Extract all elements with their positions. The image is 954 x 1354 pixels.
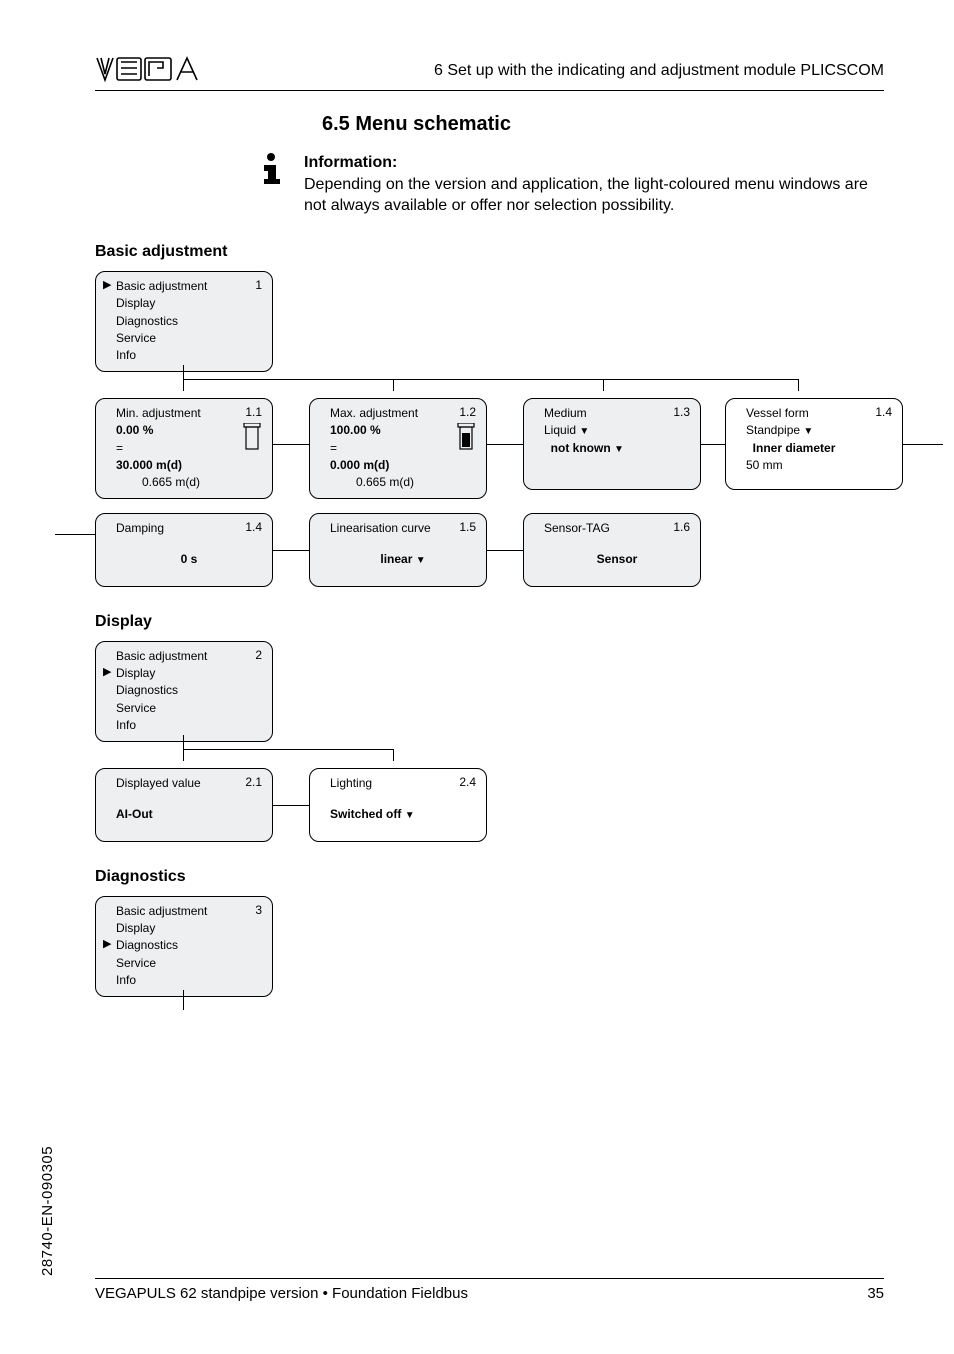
page-header: 6 Set up with the indicating and adjustm… [95, 0, 884, 91]
menu-item: Display [116, 920, 262, 937]
menu-item: Info [116, 717, 262, 734]
vega-logo [95, 54, 205, 84]
menu-sensor-tag: 1.6 Sensor-TAG Sensor [523, 513, 701, 587]
menu-value: linear [380, 552, 412, 566]
menu-title: Linearisation curve [330, 520, 476, 537]
menu-main-basic: 1 ▶ Basic adjustment Display Diagnostics… [95, 271, 273, 372]
footer-left: VEGAPULS 62 standpipe version • Foundati… [95, 1285, 468, 1302]
menu-value: Liquid [544, 423, 576, 437]
menu-value: Standpipe [746, 423, 800, 437]
menu-number: 3 [255, 902, 262, 919]
marker-icon: ▶ [103, 665, 111, 681]
menu-min-adjustment: 1.1 Min. adjustment 0.00 % = 30.000 m(d)… [95, 398, 273, 499]
menu-displayed-value: 2.1 Displayed value AI-Out [95, 768, 273, 842]
info-icon [260, 152, 282, 191]
diagnostics-tree: 3 Basic adjustment Display ▶ Diagnostics… [95, 896, 934, 997]
menu-lighting: 2.4 Lighting Switched off ▼ [309, 768, 487, 842]
menu-number: 1.4 [245, 519, 262, 536]
menu-max-adjustment: 1.2 Max. adjustment 100.00 % = 0.000 m(d… [309, 398, 487, 499]
section-title: 6.5 Menu schematic [322, 113, 954, 136]
menu-item: Diagnostics [116, 682, 262, 699]
marker-icon: ▶ [103, 278, 111, 294]
menu-item: Diagnostics [116, 937, 262, 954]
menu-value: 0.000 m(d) [330, 457, 476, 474]
info-text: Depending on the version and application… [304, 174, 874, 217]
menu-item: Info [116, 972, 262, 989]
menu-title: Lighting [330, 775, 476, 792]
dropdown-icon: ▼ [416, 555, 426, 566]
menu-number: 1.5 [459, 519, 476, 536]
dropdown-icon: ▼ [405, 810, 415, 821]
menu-value: 0.00 % [116, 422, 262, 439]
menu-vessel-form: 1.4 Vessel form Standpipe ▼ Inner diamet… [725, 398, 903, 490]
menu-item: Basic adjustment [116, 903, 262, 920]
subsection-display: Display [95, 613, 954, 631]
menu-item: Service [116, 955, 262, 972]
menu-item: Basic adjustment [116, 648, 262, 665]
tank-empty-icon [242, 423, 262, 456]
menu-item: Service [116, 330, 262, 347]
menu-value: not known [551, 441, 611, 455]
menu-value: 30.000 m(d) [116, 457, 262, 474]
menu-title: Displayed value [116, 775, 262, 792]
header-section-title: 6 Set up with the indicating and adjustm… [434, 62, 884, 80]
menu-item: Basic adjustment [116, 278, 262, 295]
menu-title: Max. adjustment [330, 405, 476, 422]
menu-item: Display [116, 665, 262, 682]
menu-number: 2.1 [245, 774, 262, 791]
menu-number: 1.1 [245, 404, 262, 421]
menu-item: Info [116, 347, 262, 364]
dropdown-icon: ▼ [579, 426, 589, 437]
menu-value: Sensor [544, 551, 690, 568]
menu-value: 0.665 m(d) [330, 474, 476, 491]
menu-value: Inner diameter [753, 441, 836, 455]
menu-linearisation: 1.5 Linearisation curve linear ▼ [309, 513, 487, 587]
menu-item: Diagnostics [116, 313, 262, 330]
display-tree: 2 Basic adjustment ▶ Display Diagnostics… [95, 641, 934, 842]
menu-value: = [330, 440, 476, 457]
subsection-diagnostics: Diagnostics [95, 868, 954, 886]
menu-number: 1.4 [875, 404, 892, 421]
menu-number: 1.2 [459, 404, 476, 421]
page-footer: VEGAPULS 62 standpipe version • Foundati… [95, 1278, 884, 1302]
subsection-basic: Basic adjustment [95, 243, 954, 261]
menu-title: Damping [116, 520, 262, 537]
menu-main-display: 2 Basic adjustment ▶ Display Diagnostics… [95, 641, 273, 742]
menu-medium: 1.3 Medium Liquid ▼ not known ▼ [523, 398, 701, 490]
page-number: 35 [867, 1285, 884, 1302]
menu-value: Switched off [330, 807, 401, 821]
menu-number: 1.3 [673, 404, 690, 421]
menu-number: 1.6 [673, 519, 690, 536]
menu-main-diagnostics: 3 Basic adjustment Display ▶ Diagnostics… [95, 896, 273, 997]
dropdown-icon: ▼ [803, 426, 813, 437]
basic-tree: 1 ▶ Basic adjustment Display Diagnostics… [95, 271, 934, 587]
menu-item: Service [116, 700, 262, 717]
menu-number: 1 [255, 277, 262, 294]
info-block: Information: Depending on the version an… [260, 152, 874, 217]
menu-value: = [116, 440, 262, 457]
menu-title: Medium [544, 405, 690, 422]
menu-value: 0 s [116, 551, 262, 568]
menu-value: 50 mm [746, 457, 892, 474]
tank-full-icon [456, 423, 476, 456]
menu-number: 2 [255, 647, 262, 664]
marker-icon: ▶ [103, 937, 111, 953]
menu-item: Display [116, 295, 262, 312]
menu-value: 100.00 % [330, 422, 476, 439]
document-code: 28740-EN-090305 [39, 1146, 56, 1276]
dropdown-icon: ▼ [614, 444, 624, 455]
menu-damping: 1.4 Damping 0 s [95, 513, 273, 587]
info-label: Information: [304, 152, 874, 174]
menu-value: 0.665 m(d) [116, 474, 262, 491]
menu-title: Min. adjustment [116, 405, 262, 422]
menu-title: Vessel form [746, 405, 892, 422]
menu-title: Sensor-TAG [544, 520, 690, 537]
menu-value: AI-Out [116, 806, 262, 823]
menu-number: 2.4 [459, 774, 476, 791]
